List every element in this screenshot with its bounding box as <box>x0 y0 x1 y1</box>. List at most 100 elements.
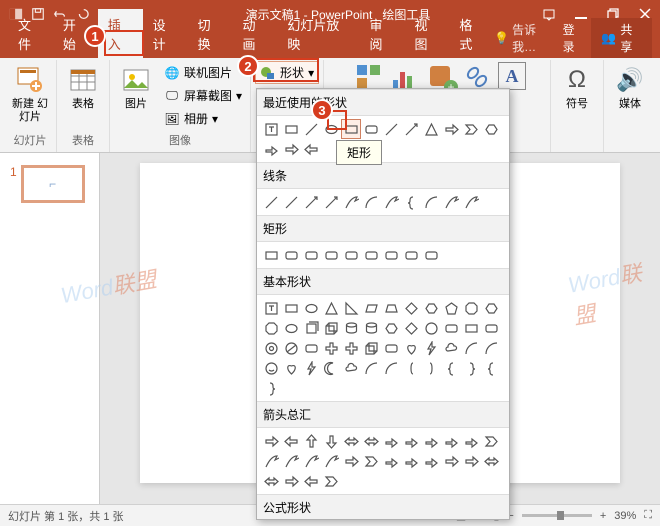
shape-brL[interactable] <box>441 358 461 378</box>
shape-rrect[interactable] <box>361 245 381 265</box>
shape-arc[interactable] <box>481 338 501 358</box>
shape-cloud[interactable] <box>441 338 461 358</box>
slide-thumb-1[interactable]: ⌐ <box>21 165 85 203</box>
shape-bentA[interactable] <box>381 431 401 451</box>
shape-lineA[interactable] <box>401 119 421 139</box>
shape-arrLR[interactable] <box>341 431 361 451</box>
shape-donut[interactable] <box>261 338 281 358</box>
shape-rrect[interactable] <box>401 245 421 265</box>
shape-arrD[interactable] <box>321 431 341 451</box>
shape-rect[interactable] <box>261 245 281 265</box>
shape-tri[interactable] <box>321 298 341 318</box>
shape-rect[interactable] <box>341 119 361 139</box>
shape-bentA[interactable] <box>461 431 481 451</box>
shape-rtri[interactable] <box>341 298 361 318</box>
shape-smile[interactable] <box>261 358 281 378</box>
shape-arrL[interactable] <box>301 471 321 491</box>
tab-review[interactable]: 审阅 <box>360 9 405 58</box>
shape-text[interactable] <box>261 298 281 318</box>
shape-oval[interactable] <box>281 318 301 338</box>
shape-rrect[interactable] <box>321 245 341 265</box>
shape-curveR[interactable] <box>381 192 401 212</box>
shape-brL[interactable] <box>401 192 421 212</box>
shape-arrLR[interactable] <box>361 431 381 451</box>
shape-heart[interactable] <box>281 358 301 378</box>
shape-cube[interactable] <box>321 318 341 338</box>
shape-brL[interactable] <box>481 358 501 378</box>
tab-format[interactable]: 格式 <box>449 9 494 58</box>
symbols-button[interactable]: Ω符号 <box>555 62 599 113</box>
shape-rrect[interactable] <box>481 318 501 338</box>
zoom-slider[interactable] <box>522 514 592 517</box>
new-slide-button[interactable]: 新建 幻灯片 <box>8 62 52 126</box>
shape-diam[interactable] <box>401 318 421 338</box>
shape-arrR[interactable] <box>341 451 361 471</box>
shape-moon[interactable] <box>321 358 341 378</box>
shape-cyl[interactable] <box>361 318 381 338</box>
tab-view[interactable]: 视图 <box>404 9 449 58</box>
shape-rrect[interactable] <box>381 338 401 358</box>
shape-rect[interactable] <box>461 318 481 338</box>
shape-arc[interactable] <box>421 192 441 212</box>
shape-rrect[interactable] <box>381 245 401 265</box>
shape-arc[interactable] <box>361 358 381 378</box>
shape-bentA[interactable] <box>441 431 461 451</box>
shape-para[interactable] <box>361 298 381 318</box>
shape-text[interactable] <box>261 119 281 139</box>
shape-oval[interactable] <box>321 119 341 139</box>
shape-cloud[interactable] <box>341 358 361 378</box>
shape-bentA[interactable] <box>421 431 441 451</box>
shape-chevR[interactable] <box>361 451 381 471</box>
shape-heart[interactable] <box>401 338 421 358</box>
shape-tri[interactable] <box>421 119 441 139</box>
shape-rect[interactable] <box>281 119 301 139</box>
shape-bentA[interactable] <box>401 431 421 451</box>
share-button[interactable]: 👥 共享 <box>591 18 652 58</box>
zoom-pct[interactable]: 39% <box>614 510 636 522</box>
shape-rrect[interactable] <box>441 318 461 338</box>
shape-circle[interactable] <box>421 318 441 338</box>
shape-arrLR[interactable] <box>481 451 501 471</box>
shape-arrR[interactable] <box>281 139 301 159</box>
shape-bentA[interactable] <box>421 451 441 471</box>
shape-oct[interactable] <box>461 298 481 318</box>
shape-arrR[interactable] <box>441 451 461 471</box>
shape-bolt[interactable] <box>421 338 441 358</box>
shape-arc[interactable] <box>461 338 481 358</box>
screenshot-button[interactable]: 🖵屏幕截图 ▾ <box>160 85 246 106</box>
fit-icon[interactable]: ⛶ <box>644 509 652 522</box>
shapes-button[interactable]: 形状 ▾ <box>255 61 319 84</box>
pictures-button[interactable]: 图片 <box>114 62 158 113</box>
shape-pent[interactable] <box>441 298 461 318</box>
shape-arrLR[interactable] <box>261 471 281 491</box>
shape-chevR[interactable] <box>481 431 501 451</box>
shape-bentA[interactable] <box>401 451 421 471</box>
shape-brR[interactable] <box>461 358 481 378</box>
shape-rect[interactable] <box>281 298 301 318</box>
shape-line[interactable] <box>281 192 301 212</box>
text-icon[interactable]: A <box>498 62 526 90</box>
shape-curveR[interactable] <box>461 192 481 212</box>
shape-line[interactable] <box>261 192 281 212</box>
shape-line[interactable] <box>381 119 401 139</box>
shape-arrR[interactable] <box>281 471 301 491</box>
online-pic-button[interactable]: 🌐联机图片 <box>160 62 246 83</box>
shape-rrect[interactable] <box>421 245 441 265</box>
shape-bentA[interactable] <box>381 451 401 471</box>
shape-rrect[interactable] <box>301 338 321 358</box>
shape-rbr[interactable] <box>421 358 441 378</box>
shape-curveR[interactable] <box>281 451 301 471</box>
shape-line[interactable] <box>301 119 321 139</box>
shape-arrL[interactable] <box>301 139 321 159</box>
shape-can[interactable] <box>301 318 321 338</box>
shape-diam[interactable] <box>401 298 421 318</box>
tab-show[interactable]: 幻灯片放映 <box>277 9 359 58</box>
tab-design[interactable]: 设计 <box>143 9 188 58</box>
shape-rrect[interactable] <box>341 245 361 265</box>
shape-bolt[interactable] <box>301 358 321 378</box>
login-link[interactable]: 登录 <box>563 21 586 55</box>
shape-arrR[interactable] <box>441 119 461 139</box>
shape-plus[interactable] <box>321 338 341 358</box>
table-button[interactable]: 表格 <box>61 62 105 113</box>
shape-trap[interactable] <box>381 298 401 318</box>
